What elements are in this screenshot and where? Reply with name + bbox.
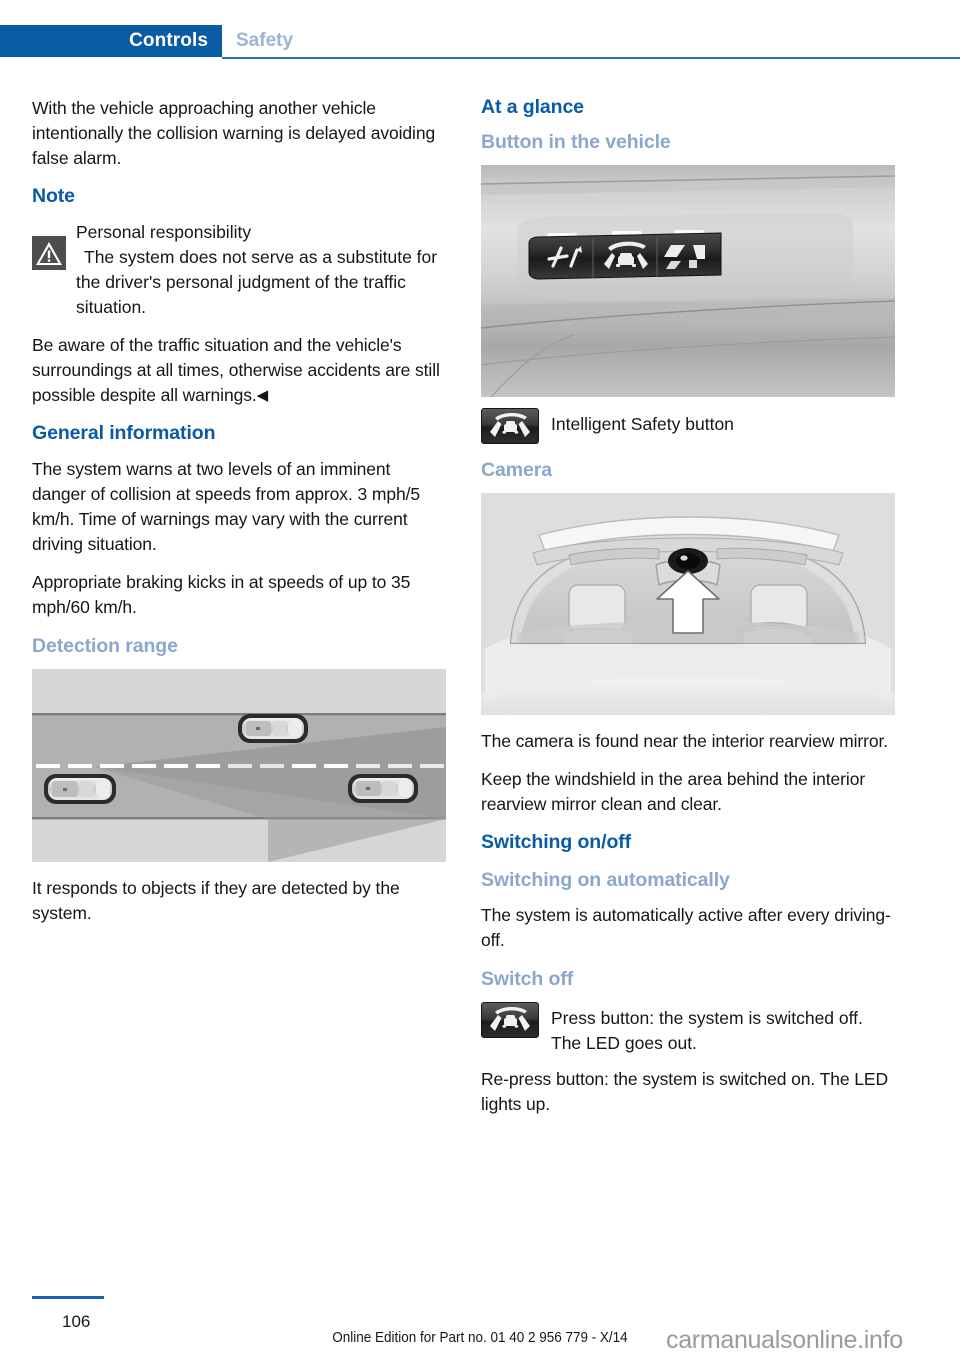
detection-range-diagram xyxy=(32,669,446,862)
right-column: At a glance Button in the vehicle Intell… xyxy=(481,96,895,1130)
page-number: 106 xyxy=(62,1312,91,1331)
manual-page: Controls Safety With the vehicle approac… xyxy=(0,0,960,1362)
watermark: carmanualsonline.info xyxy=(666,1326,903,1354)
tab-safety[interactable]: Safety xyxy=(236,25,293,57)
ego-car xyxy=(44,774,116,804)
heading-detection-range: Detection range xyxy=(32,635,178,657)
note-body-first: The system does not serve as a substitut… xyxy=(76,247,438,317)
tab-controls-label: Controls xyxy=(129,30,208,51)
heading-switching-on-off: Switching on/off xyxy=(481,831,632,853)
heading-note: Note xyxy=(32,185,75,207)
intelligent-safety-button-icon-switch-off xyxy=(481,1002,539,1038)
switch-auto-paragraph: The system is automatically active after… xyxy=(481,905,891,950)
switch-off-row: Press button: the system is switched off… xyxy=(481,1002,895,1056)
warning-triangle-icon xyxy=(32,236,66,270)
heading-switch-off: Switch off xyxy=(481,968,574,990)
note-end-marker: ◀ xyxy=(256,387,269,404)
tab-controls[interactable]: Controls xyxy=(0,25,222,57)
tab-safety-label: Safety xyxy=(236,30,294,51)
note-block: Personal responsibility The system does … xyxy=(32,220,446,408)
note-body-second-text: Be aware of the traffic situation and th… xyxy=(32,335,440,405)
middle-car xyxy=(238,714,308,743)
intelligent-safety-button-row: Intelligent Safety button xyxy=(481,408,895,444)
left-column: With the vehicle approaching another veh… xyxy=(32,96,446,926)
header-divider xyxy=(222,57,960,59)
vehicle-button-panel-photo xyxy=(481,165,895,397)
note-title: Personal responsibility xyxy=(76,222,252,242)
general-paragraph-1: The system warns at two levels of an imm… xyxy=(32,459,420,554)
intelligent-safety-button-icon xyxy=(481,408,539,444)
detection-caption: It responds to objects if they are detec… xyxy=(32,878,400,923)
footer-divider xyxy=(32,1296,104,1299)
heading-switching-on-automatically: Switching on automatically xyxy=(481,869,730,891)
general-paragraph-2: Appropriate braking kicks in at speeds o… xyxy=(32,572,411,617)
heading-button-in-the-vehicle: Button in the vehicle xyxy=(481,131,671,153)
camera-paragraph-2: Keep the windshield in the area behind t… xyxy=(481,769,866,814)
target-car xyxy=(348,774,418,803)
note-body-second: Be aware of the traffic situation and th… xyxy=(32,333,446,408)
camera-paragraph-1: The camera is found near the interior re… xyxy=(481,731,888,751)
switch-on-paragraph: Re-press button: the system is switched … xyxy=(481,1069,888,1114)
heading-general-information: General information xyxy=(32,422,216,444)
heading-camera: Camera xyxy=(481,459,552,481)
heading-at-a-glance: At a glance xyxy=(481,96,584,118)
switch-off-paragraph: Press button: the system is switched off… xyxy=(551,1008,863,1053)
windshield-camera-location-photo xyxy=(481,493,895,715)
intro-paragraph: With the vehicle approaching another veh… xyxy=(32,98,436,168)
page-header: Controls Safety xyxy=(0,25,960,61)
intelligent-safety-button-caption: Intelligent Safety button xyxy=(551,414,734,434)
